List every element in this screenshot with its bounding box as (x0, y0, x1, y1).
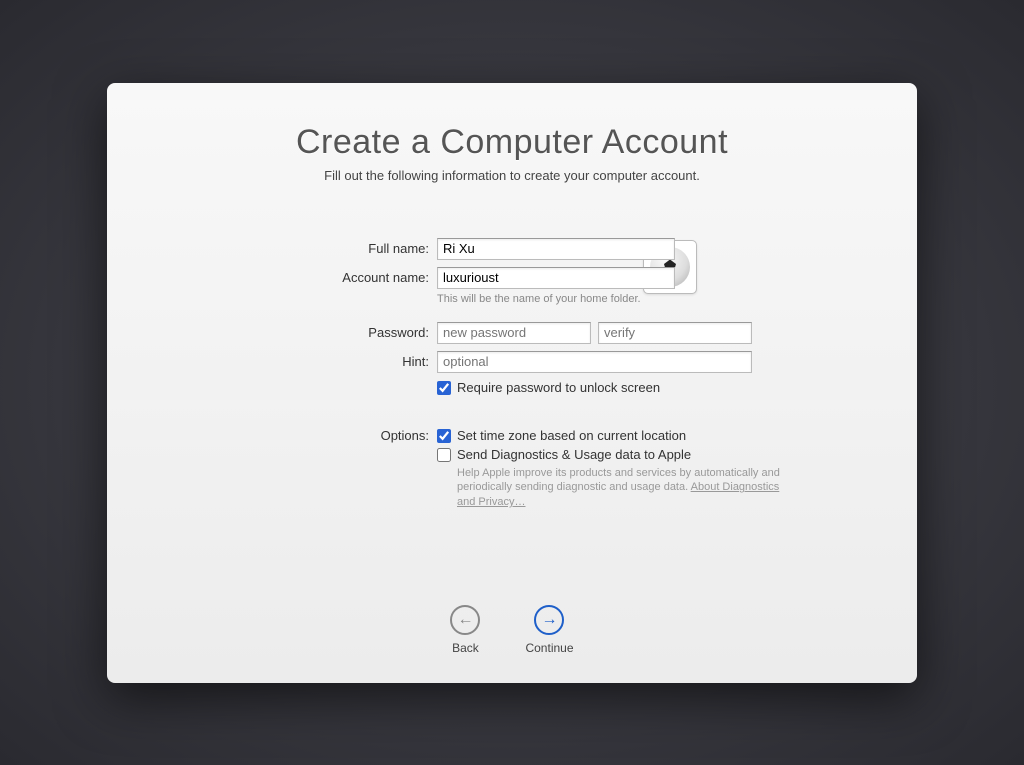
full-name-input[interactable] (437, 238, 675, 260)
account-name-input[interactable] (437, 267, 675, 289)
back-arrow-icon: ← (450, 605, 480, 635)
diagnostics-help-text: Help Apple improve its products and serv… (457, 466, 787, 511)
require-password-label: Require password to unlock screen (457, 380, 660, 395)
navigation-bar: ← Back → Continue (107, 605, 917, 655)
continue-button[interactable]: → Continue (525, 605, 573, 655)
back-button[interactable]: ← Back (450, 605, 480, 655)
password-label: Password: (167, 325, 437, 340)
timezone-label: Set time zone based on current location (457, 428, 686, 443)
diagnostics-label: Send Diagnostics & Usage data to Apple (457, 447, 691, 462)
hint-label: Hint: (167, 354, 437, 369)
hint-input[interactable] (437, 351, 752, 373)
require-password-checkbox[interactable] (437, 381, 451, 395)
account-name-label: Account name: (167, 270, 437, 285)
account-name-hint: This will be the name of your home folde… (437, 293, 857, 305)
page-title: Create a Computer Account (167, 123, 857, 162)
account-form: Full name: Account name: This will be th… (167, 238, 857, 511)
diagnostics-checkbox[interactable] (437, 448, 451, 462)
timezone-checkbox[interactable] (437, 429, 451, 443)
setup-panel: Create a Computer Account Fill out the f… (107, 83, 917, 683)
continue-arrow-icon: → (534, 605, 564, 635)
full-name-label: Full name: (167, 241, 437, 256)
page-subtitle: Fill out the following information to cr… (167, 168, 857, 183)
password-input[interactable] (437, 322, 591, 344)
options-label: Options: (167, 428, 437, 443)
password-verify-input[interactable] (598, 322, 752, 344)
